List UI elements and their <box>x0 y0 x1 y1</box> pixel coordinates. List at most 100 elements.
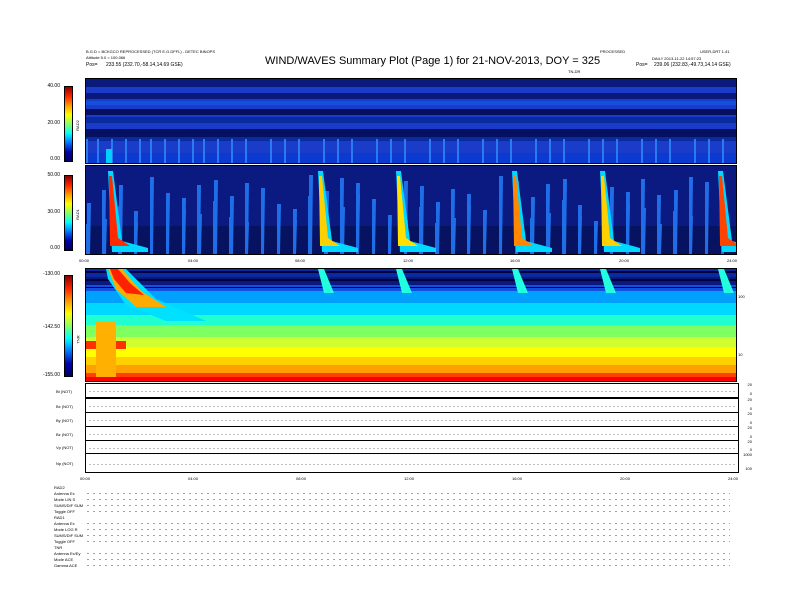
rad2-streak <box>443 139 445 163</box>
tnr-ytick-bottom: -155.00 <box>43 372 60 378</box>
line-panel-label: Vp (NOT) <box>56 445 74 450</box>
rad2-burst <box>106 149 112 163</box>
tnr-spectrogram <box>85 268 737 382</box>
rad2-streak <box>563 139 565 163</box>
tnr-rtick-top: 100 <box>738 294 745 299</box>
line-panel-label: Bt (NOT) <box>56 389 72 394</box>
rad2-colorbar <box>64 86 73 162</box>
tnr-band <box>86 365 736 373</box>
tnr-colorbar <box>64 275 73 377</box>
rad2-band <box>86 79 736 87</box>
line-panel: By (NOT) 20 0 <box>56 411 752 427</box>
bottom-xtick-0: 00:00 <box>80 476 91 481</box>
rad2-streak <box>429 139 431 163</box>
rad2-streak <box>641 139 643 163</box>
rad2-streak <box>588 139 590 163</box>
summary-row-label: Toggle OFF <box>54 539 75 544</box>
summary-row-dots <box>85 541 730 542</box>
rad2-spectrogram <box>85 78 737 164</box>
position-start-value: 233.55 (232.70,-58.14,14.69 GSE) <box>106 62 183 68</box>
rad1-xtick-4: 16:00 <box>510 258 521 263</box>
tnr-bottom-band <box>86 377 736 381</box>
rad2-streak <box>86 139 88 163</box>
tnr-band <box>86 337 736 347</box>
line-panel: Bx (NOT) 20 0 <box>56 397 752 413</box>
header-right-line2: DAILY 2013-11-22 14:57:23 <box>652 56 702 61</box>
bottom-xtick-5: 20:00 <box>620 476 631 481</box>
summary-row-label: Mode ACE <box>54 557 74 562</box>
rad2-streak <box>708 139 710 163</box>
rad2-streak <box>351 139 353 163</box>
line-panel-trace <box>88 406 736 407</box>
rad2-streak <box>125 139 127 163</box>
rad1-spectrogram-image <box>86 166 736 254</box>
line-panel-trace <box>88 420 736 421</box>
summary-heading: TNR <box>54 545 63 550</box>
summary-row-label: Mode LOG R <box>54 527 78 532</box>
bottom-xtick-1: 04:00 <box>188 476 199 481</box>
rad2-streak <box>231 139 233 163</box>
position-end-value: 239.06 (232.83,-49.73,14.14 GSE) <box>654 62 731 68</box>
tnr-ylabel: TNR <box>75 335 81 344</box>
rad1-xtick-0: 00:00 <box>79 258 90 263</box>
rad2-streak <box>510 139 512 163</box>
rad2-band <box>86 129 736 137</box>
rad2-streak <box>482 139 484 163</box>
summary-row-label: Antenna Ex <box>54 521 75 526</box>
summary-row-dots <box>85 559 730 560</box>
line-panel-label: Bx (NOT) <box>56 404 73 409</box>
tnr-spectrogram-image <box>86 269 736 381</box>
summary-row-dots <box>85 553 730 554</box>
summary-row-dots <box>85 505 730 506</box>
rad2-streak <box>722 139 724 163</box>
tnr-rtick-bottom: 10 <box>738 352 743 357</box>
rad1-ylabel: RAD1 <box>74 209 80 220</box>
rad2-streak <box>245 139 247 163</box>
rad2-ylabel: RAD2 <box>74 120 80 131</box>
summary-row-dots <box>85 499 730 500</box>
rad2-streak <box>496 139 498 163</box>
summary-row-dots <box>85 511 730 512</box>
line-panel-trace <box>88 434 736 435</box>
bottom-xtick-3: 12:00 <box>404 476 415 481</box>
line-panel: Bt (NOT) 20 0 <box>56 382 752 398</box>
rad2-band <box>86 117 736 123</box>
position-end-label: Pos= <box>636 62 648 68</box>
header-info-line1: B.G.D = BCKGCO REPROCESSED (TCR E.G.DFFL… <box>86 49 216 54</box>
rad2-streak <box>376 139 378 163</box>
rad2-streak <box>694 139 696 163</box>
rad1-xtick-5: 20:00 <box>619 258 630 263</box>
processed-label: PROCESSED <box>600 49 626 54</box>
rad1-colorbar <box>64 175 73 251</box>
summary-heading: RAD2 <box>54 485 65 490</box>
rad2-streak <box>192 139 194 163</box>
header-right-line1: USER-DRT 1.41 <box>700 49 730 54</box>
rad2-streak <box>404 139 406 163</box>
summary-row-dots <box>85 523 730 524</box>
line-panel: Np (NOT) 1000 100 <box>56 452 752 473</box>
tnr-header-label: TN-DR <box>568 69 581 74</box>
rad1-ytick-bottom: 0.00 <box>50 245 60 251</box>
line-panel-trace <box>88 464 736 465</box>
summary-heading: RAD1 <box>54 515 65 520</box>
rad2-streak <box>217 139 219 163</box>
rad2-band <box>86 101 736 105</box>
tnr-lowfreq-patch <box>96 321 116 377</box>
line-panel-rtick-top: 20 <box>747 382 752 387</box>
rad2-streak <box>337 139 339 163</box>
rad1-spectrogram <box>85 165 737 255</box>
rad2-streak <box>178 139 180 163</box>
tnr-ytick-top: -130.00 <box>43 271 60 277</box>
rad2-ytick-mid: 20.00 <box>47 120 60 126</box>
rad2-streak <box>616 139 618 163</box>
line-panel-trace <box>88 448 736 449</box>
rad2-ytick-top: 40.00 <box>47 83 60 89</box>
summary-row-dots <box>85 493 730 494</box>
rad2-streak <box>457 139 459 163</box>
rad1-ytick-top: 50.00 <box>47 172 60 178</box>
tnr-band <box>86 357 736 365</box>
rad1-xtick-3: 12:00 <box>403 258 414 263</box>
bottom-xtick-4: 16:00 <box>512 476 523 481</box>
summary-row-label: Toggle OFF <box>54 509 75 514</box>
line-panel-label: Np (NOT) <box>56 461 74 466</box>
